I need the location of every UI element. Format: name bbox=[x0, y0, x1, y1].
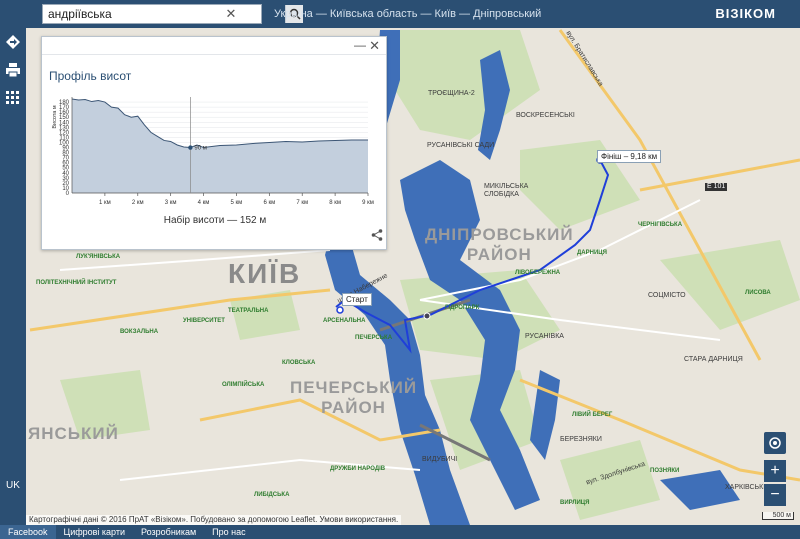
district-dniprovskyi: ДНІПРОВСЬКИЙ РАЙОН bbox=[425, 225, 574, 264]
finish-tooltip: Фініш – 9,18 км bbox=[597, 150, 662, 163]
metro-label: КЛОВСЬКА bbox=[282, 360, 316, 366]
map-label: ХАРКІВСЬКІ bbox=[725, 484, 766, 491]
metro-label: ЛУК'ЯНІВСЬКА bbox=[76, 254, 121, 260]
share-icon bbox=[371, 229, 383, 241]
route-button[interactable] bbox=[0, 28, 26, 56]
footer-facebook-link[interactable]: Facebook bbox=[0, 525, 56, 539]
route-icon bbox=[6, 35, 20, 49]
footer-digital-maps-link[interactable]: Цифрові карти bbox=[56, 525, 133, 539]
start-tooltip: Старт bbox=[342, 293, 372, 306]
elevation-chart: 0102030405060708090100110120130140150160… bbox=[52, 97, 374, 206]
print-icon bbox=[6, 63, 20, 78]
elevation-gain-caption: Набір висоти — 152 м bbox=[163, 215, 267, 226]
x-tick-label: 4 км bbox=[198, 200, 210, 206]
x-tick-label: 5 км bbox=[231, 200, 243, 206]
metro-label: ЛІВОБЕРЕЖНА bbox=[515, 270, 561, 276]
left-toolbar: UK bbox=[0, 28, 26, 525]
zoom-out-button[interactable]: − bbox=[764, 484, 786, 506]
footer-about-link[interactable]: Про нас bbox=[204, 525, 253, 539]
x-tick-label: 2 км bbox=[132, 200, 144, 206]
map-label: РУСАНІВСЬКІ САДИ bbox=[427, 142, 495, 149]
map-label: РУСАНІВКА bbox=[525, 333, 564, 340]
metro-label: ЧЕРНІГІВСЬКА bbox=[638, 222, 683, 228]
y-tick-label: 180 bbox=[59, 100, 70, 106]
marker-label: 90 м bbox=[194, 146, 206, 152]
close-button[interactable]: ✕ bbox=[369, 38, 380, 54]
city-label: КИЇВ bbox=[228, 258, 302, 289]
locate-icon bbox=[769, 437, 781, 449]
elevation-profile-panel: — ✕ Профіль висот 0 10 20 30 40 50 60 70 80 90 100… bbox=[41, 36, 387, 250]
y-axis-label: Висота м bbox=[52, 105, 58, 129]
metro-label: УНІВЕРСИТЕТ bbox=[183, 318, 225, 324]
grid-icon bbox=[6, 91, 19, 104]
metro-label: ЛИБІДСЬКА bbox=[254, 492, 290, 498]
district-pecherskyi: ПЕЧЕРСЬКИЙ РАЙОН bbox=[290, 378, 418, 417]
x-tick-label: 7 км bbox=[296, 200, 308, 206]
metro-label: ТЕАТРАЛЬНА bbox=[228, 308, 269, 314]
map-label: ТРОЄЩИНА-2 bbox=[428, 90, 475, 97]
road-label: Е 101 bbox=[705, 183, 728, 191]
map-label: БЕРЕЗНЯКИ bbox=[560, 436, 602, 443]
metro-label: ОЛІМПІЙСЬКА bbox=[222, 382, 265, 388]
search-input[interactable] bbox=[43, 7, 221, 21]
metro-label: ВИРЛИЦЯ bbox=[560, 500, 590, 506]
minimize-button[interactable]: — bbox=[354, 38, 366, 52]
x-tick-label: 6 км bbox=[263, 200, 275, 206]
map-label: ВИДУБИЧІ bbox=[422, 456, 458, 463]
scale-bar: 500 м bbox=[762, 512, 794, 520]
apps-button[interactable] bbox=[0, 84, 26, 112]
panel-header: — ✕ bbox=[42, 37, 386, 55]
marker-point bbox=[188, 145, 193, 150]
top-bar: ✕ Україна — Київська область — Київ — Дн… bbox=[0, 0, 800, 28]
x-tick-label: 3 км bbox=[165, 200, 177, 206]
metro-label: ПЕЧЕРСЬКА bbox=[355, 335, 393, 341]
language-switch[interactable]: UK bbox=[0, 480, 26, 491]
clear-icon[interactable]: ✕ bbox=[221, 6, 241, 22]
district-dniprovskyi-label: ДНІПРОВСЬКИЙ bbox=[425, 225, 574, 244]
locate-button[interactable] bbox=[764, 432, 786, 454]
x-tick-label: 1 км bbox=[99, 200, 111, 206]
map-label: ВОСКРЕСЕНСЬКІ bbox=[516, 112, 575, 119]
metro-label: ЛИСОВА bbox=[745, 290, 771, 296]
map-label: СОЦМІСТО bbox=[648, 292, 686, 299]
logo[interactable]: ВІЗІКОМ bbox=[715, 6, 776, 21]
metro-label: ДРУЖБИ НАРОДІВ bbox=[330, 466, 386, 472]
panel-title: Профіль висот bbox=[49, 69, 132, 83]
zoom-in-button[interactable]: + bbox=[764, 460, 786, 482]
breadcrumb[interactable]: Україна — Київська область — Київ — Дніп… bbox=[274, 8, 541, 20]
metro-label: ПОЛІТЕХНІЧНИЙ ІНСТИТУТ bbox=[36, 280, 117, 286]
metro-label: АРСЕНАЛЬНА bbox=[323, 318, 366, 324]
attribution[interactable]: Картографічні дані © 2016 ПрАТ «Візіком»… bbox=[26, 515, 402, 525]
x-tick-label: 9 км bbox=[362, 200, 374, 206]
district-partial: ЯНСЬКИЙ bbox=[28, 424, 119, 443]
metro-label: ЛІВИЙ БЕРЕГ bbox=[572, 412, 613, 418]
search-box: ✕ bbox=[42, 4, 303, 24]
share-button[interactable] bbox=[371, 228, 383, 246]
footer-developers-link[interactable]: Розробникам bbox=[133, 525, 204, 539]
map-label: СТАРА ДАРНИЦЯ bbox=[684, 356, 743, 363]
footer-bar: Facebook Цифрові карти Розробникам Про н… bbox=[0, 525, 800, 539]
elevation-area bbox=[72, 99, 368, 193]
x-tick-label: 8 км bbox=[329, 200, 341, 206]
map-label: МИКІЛЬСЬКА СЛОБІДКА bbox=[484, 183, 529, 198]
metro-label: ПОЗНЯКИ bbox=[650, 468, 680, 474]
metro-label: ВОКЗАЛЬНА bbox=[120, 329, 159, 335]
metro-label: ДАРНИЦЯ bbox=[577, 250, 607, 256]
metro-label: ГІДРОПАРК bbox=[445, 305, 480, 311]
print-button[interactable] bbox=[0, 56, 26, 84]
